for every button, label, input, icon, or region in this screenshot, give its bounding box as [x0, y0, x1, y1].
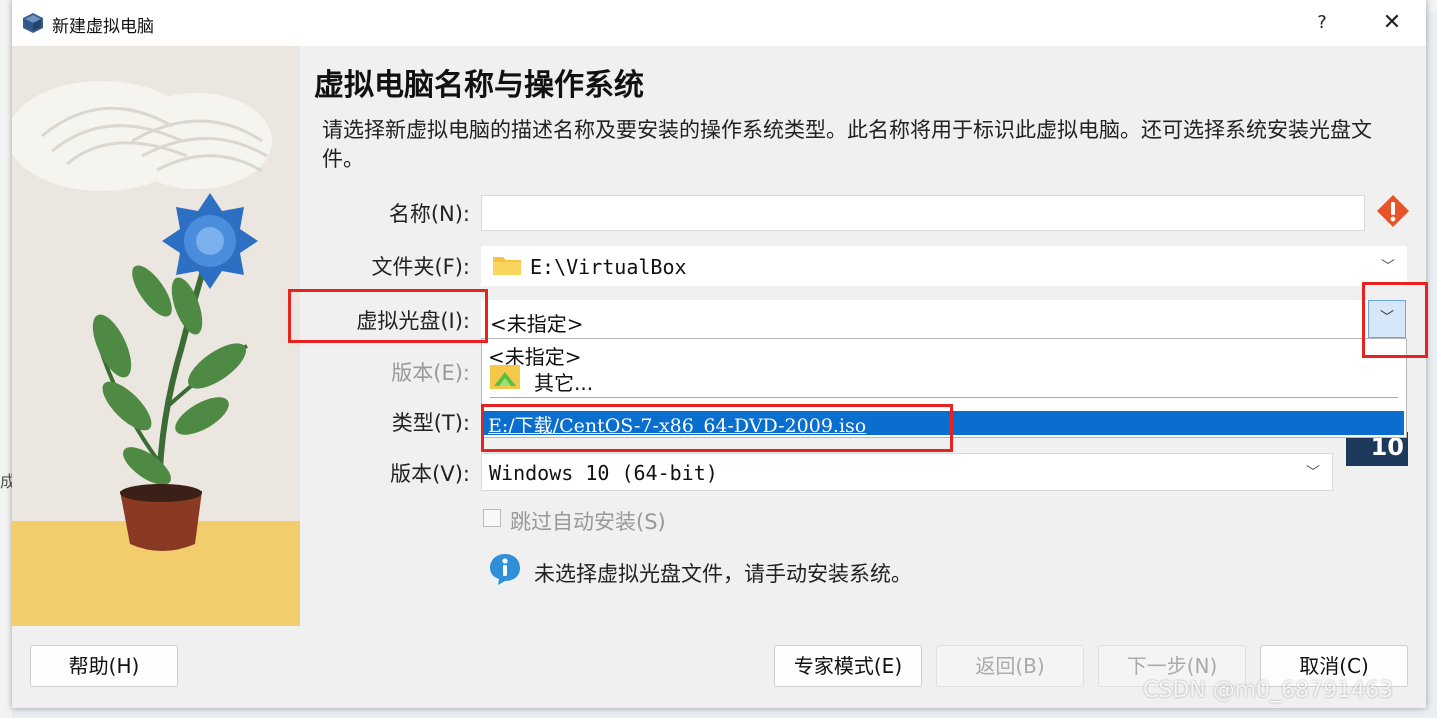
- page-title: 虚拟电脑名称与操作系统: [314, 68, 644, 103]
- edition-label: 版本(E):: [391, 361, 470, 385]
- watermark: CSDN @m0_68791463: [1143, 678, 1394, 703]
- list-separator: [490, 397, 1398, 398]
- window-title: 新建虚拟电脑: [52, 17, 154, 37]
- annotation-box-iso-option: [481, 404, 953, 452]
- skip-unattended-label: 跳过自动安装(S): [510, 510, 666, 534]
- other-file-icon: [490, 365, 520, 389]
- annotation-box-iso-label: [288, 289, 488, 343]
- wizard-illustration: [12, 46, 300, 626]
- folder-select-value: E:\VirtualBox: [530, 255, 687, 279]
- iso-option-other[interactable]: 其它...: [534, 367, 593, 396]
- folder-label: 文件夹(F):: [371, 255, 470, 279]
- back-button[interactable]: 返回(B): [936, 645, 1084, 687]
- warning-icon: [1377, 195, 1409, 227]
- page-description: 请选择新虚拟电脑的描述名称及要安装的操作系统类型。此名称将用于标识此虚拟电脑。还…: [322, 118, 1372, 171]
- chevron-down-icon[interactable]: ﹀: [1306, 462, 1320, 482]
- info-icon: [490, 554, 520, 585]
- help-title-button[interactable]: ?: [1302, 8, 1342, 38]
- version-select-value: Windows 10 (64-bit): [489, 461, 718, 485]
- folder-select[interactable]: E:\VirtualBox ﹀: [481, 246, 1407, 286]
- chevron-down-icon[interactable]: ﹀: [1381, 256, 1395, 276]
- title-bar: 新建虚拟电脑 ? ✕: [12, 0, 1426, 46]
- iso-select[interactable]: <未指定>: [481, 300, 1368, 338]
- expert-mode-button[interactable]: 专家模式(E): [774, 645, 922, 687]
- iso-select-value: <未指定>: [490, 312, 584, 336]
- new-vm-dialog: 新建虚拟电脑 ? ✕ 虚拟电脑名称与操作系统 请选择新虚拟电脑的描述名称及要安装…: [12, 0, 1426, 708]
- version-label: 版本(V):: [390, 462, 470, 486]
- virtualbox-icon: [23, 13, 43, 33]
- version-select[interactable]: Windows 10 (64-bit) ﹀: [481, 453, 1333, 491]
- folder-icon: [493, 257, 521, 275]
- name-input[interactable]: [481, 195, 1365, 231]
- annotation-box-dropdown-button: [1362, 282, 1428, 358]
- type-label: 类型(T):: [391, 411, 470, 435]
- name-label: 名称(N):: [388, 202, 470, 226]
- skip-unattended-checkbox[interactable]: [483, 509, 501, 527]
- background-left: [0, 0, 12, 718]
- info-message: 未选择虚拟光盘文件，请手动安装系统。: [534, 562, 912, 586]
- help-button[interactable]: 帮助(H): [30, 645, 178, 687]
- close-button[interactable]: ✕: [1370, 8, 1414, 38]
